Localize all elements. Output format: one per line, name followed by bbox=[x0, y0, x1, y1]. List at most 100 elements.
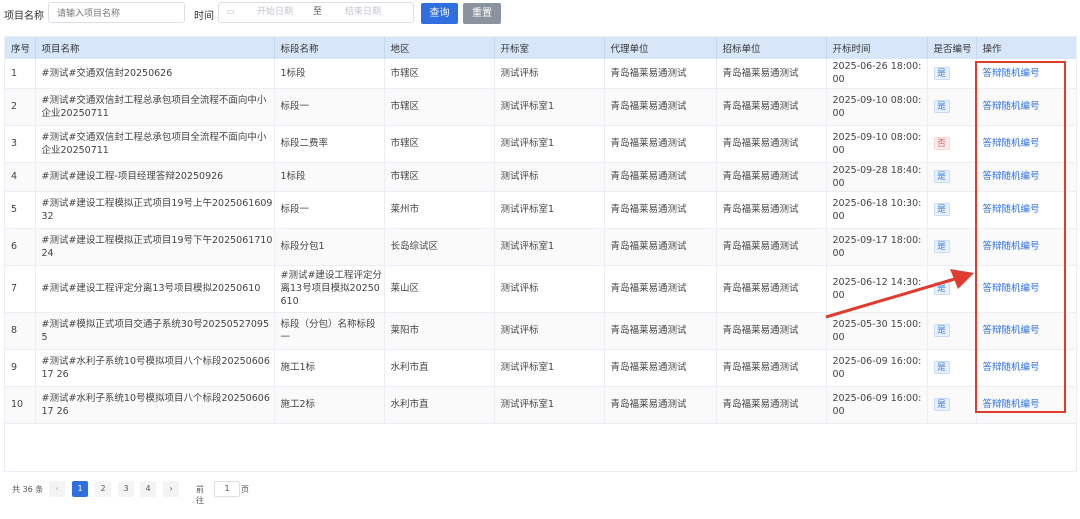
next-page-button[interactable]: › bbox=[163, 481, 179, 497]
cell-region: 市辖区 bbox=[384, 88, 495, 126]
cell-row-number: 4 bbox=[5, 162, 36, 192]
cell-bid-room: 测试评标 bbox=[494, 312, 605, 350]
cell-section-name: #测试#建设工程评定分离13号项目模拟20250610 bbox=[274, 265, 385, 313]
table-row: 2 #测试#交通双信封工程总承包项目全流程不面向中小企业20250711 标段一 市辖… bbox=[5, 88, 1076, 126]
page-2[interactable]: 2 bbox=[95, 481, 111, 497]
cell-open-time: 2025-09-10 08:00:00 bbox=[826, 88, 928, 126]
cell-bid-room: 测试评标室1 bbox=[494, 88, 605, 126]
cell-row-number: 9 bbox=[5, 349, 36, 387]
cell-row-number: 1 bbox=[5, 59, 36, 89]
random-number-link[interactable]: 答辩随机编号 bbox=[983, 241, 1040, 252]
cell-region: 长岛综试区 bbox=[384, 228, 495, 266]
reset-button[interactable]: 重置 bbox=[463, 3, 501, 24]
header-open-time: 开标时间 bbox=[826, 37, 928, 59]
cell-row-number: 2 bbox=[5, 88, 36, 126]
page-3[interactable]: 3 bbox=[118, 481, 134, 497]
cell-action: 答辩随机编号 bbox=[976, 386, 1076, 424]
cell-action: 答辩随机编号 bbox=[976, 125, 1076, 163]
cell-section-name: 标段一 bbox=[274, 88, 385, 126]
cell-numbered-status: 是 bbox=[927, 349, 977, 387]
search-button[interactable]: 查询 bbox=[421, 3, 458, 24]
cell-action: 答辩随机编号 bbox=[976, 349, 1076, 387]
page-4[interactable]: 4 bbox=[140, 481, 156, 497]
cell-action: 答辩随机编号 bbox=[976, 162, 1076, 192]
cell-bid-room: 测试评标 bbox=[494, 265, 605, 313]
cell-agency: 青岛福莱易通测试 bbox=[604, 228, 717, 266]
header-action: 操作 bbox=[976, 37, 1076, 59]
date-range-picker[interactable]: ▭ 开始日期 至 结束日期 bbox=[218, 2, 414, 23]
cell-numbered-status: 是 bbox=[927, 386, 977, 424]
cell-open-time: 2025-09-10 08:00:00 bbox=[826, 125, 928, 163]
cell-agency: 青岛福莱易通测试 bbox=[604, 386, 717, 424]
cell-agency: 青岛福莱易通测试 bbox=[604, 162, 717, 192]
numbered-badge: 是 bbox=[933, 170, 950, 183]
cell-numbered-status: 否 bbox=[927, 125, 977, 163]
total-count: 共 36 条 bbox=[12, 485, 44, 494]
cell-action: 答辩随机编号 bbox=[976, 312, 1076, 350]
end-date-placeholder: 结束日期 bbox=[345, 7, 382, 17]
cell-region: 市辖区 bbox=[384, 162, 495, 192]
project-table: 序号 项目名称 标段名称 地区 开标室 代理单位 招标单位 开标时间 是否编号 操作 1 #测试#交… bbox=[4, 36, 1077, 472]
numbered-badge: 是 bbox=[933, 324, 950, 337]
numbered-badge: 是 bbox=[933, 66, 950, 80]
table-row: 7 #测试#建设工程评定分离13号项目模拟20250610 #测试#建设工程评定分离… bbox=[5, 265, 1076, 313]
numbered-badge: 是 bbox=[933, 282, 950, 295]
random-number-link[interactable]: 答辩随机编号 bbox=[983, 362, 1040, 373]
cell-project-name: #测试#水利子系统10号模拟项目八个标段2025060617 26 bbox=[35, 349, 275, 387]
random-number-link[interactable]: 答辩随机编号 bbox=[983, 399, 1040, 410]
table-row: 4 #测试#建设工程-项目经理答辩20250926 1标段 市辖区 测试评标 青岛福莱易通… bbox=[5, 162, 1076, 192]
prev-page-button[interactable]: ‹ bbox=[49, 481, 65, 497]
table-row: 1 #测试#交通双信封20250626 1标段 市辖区 测试评标 青岛福莱易通测试 青岛福莱… bbox=[5, 59, 1076, 89]
cell-bid-room: 测试评标室1 bbox=[494, 228, 605, 266]
cell-bid-room: 测试评标室1 bbox=[494, 125, 605, 163]
cell-agency: 青岛福莱易通测试 bbox=[604, 191, 717, 229]
cell-open-time: 2025-06-09 16:00:00 bbox=[826, 349, 928, 387]
goto-label: 前往 bbox=[196, 485, 204, 505]
random-number-link[interactable]: 答辩随机编号 bbox=[983, 101, 1040, 112]
project-name-input[interactable] bbox=[48, 2, 185, 23]
header-numbered-status: 是否编号 bbox=[927, 37, 977, 59]
cell-numbered-status: 是 bbox=[927, 59, 977, 89]
cell-numbered-status: 是 bbox=[927, 312, 977, 350]
table-row: 9 #测试#水利子系统10号模拟项目八个标段2025060617 26 施工1标 水利… bbox=[5, 349, 1076, 387]
random-number-link[interactable]: 答辩随机编号 bbox=[983, 283, 1040, 294]
cell-region: 水利市直 bbox=[384, 349, 495, 387]
cell-tenderer: 青岛福莱易通测试 bbox=[716, 59, 827, 89]
random-number-link[interactable]: 答辩随机编号 bbox=[983, 171, 1040, 182]
cell-project-name: #测试#建设工程模拟正式项目19号上午202506160932 bbox=[35, 191, 275, 229]
cell-agency: 青岛福莱易通测试 bbox=[604, 265, 717, 313]
random-number-link[interactable]: 答辩随机编号 bbox=[983, 325, 1040, 336]
page-1[interactable]: 1 bbox=[72, 481, 88, 497]
cell-open-time: 2025-06-18 10:30:00 bbox=[826, 191, 928, 229]
random-number-link[interactable]: 答辩随机编号 bbox=[983, 138, 1040, 149]
table-row: 3 #测试#交通双信封工程总承包项目全流程不面向中小企业20250711 标段二费率… bbox=[5, 125, 1076, 163]
cell-project-name: #测试#交通双信封工程总承包项目全流程不面向中小企业20250711 bbox=[35, 88, 275, 126]
numbered-badge: 是 bbox=[933, 361, 950, 374]
cell-region: 莱山区 bbox=[384, 265, 495, 313]
cell-bid-room: 测试评标室1 bbox=[494, 386, 605, 424]
random-number-link[interactable]: 答辩随机编号 bbox=[983, 68, 1040, 79]
cell-region: 莱州市 bbox=[384, 191, 495, 229]
cell-tenderer: 青岛福莱易通测试 bbox=[716, 265, 827, 313]
cell-project-name: #测试#建设工程模拟正式项目19号下午202506171024 bbox=[35, 228, 275, 266]
cell-numbered-status: 是 bbox=[927, 191, 977, 229]
random-number-link[interactable]: 答辩随机编号 bbox=[983, 204, 1040, 215]
goto-page-input[interactable]: 1 bbox=[214, 481, 240, 497]
filter-bar: 项目名称 时间 ▭ 开始日期 至 结束日期 查询 重置 bbox=[0, 0, 1080, 30]
cell-section-name: 施工1标 bbox=[274, 349, 385, 387]
table-row: 8 #测试#模拟正式项目交通子系统30号202505270955 标段（分包）名称标… bbox=[5, 312, 1076, 350]
cell-tenderer: 青岛福莱易通测试 bbox=[716, 228, 827, 266]
cell-section-name: 标段分包1 bbox=[274, 228, 385, 266]
cell-numbered-status: 是 bbox=[927, 162, 977, 192]
cell-open-time: 2025-06-26 18:00:00 bbox=[826, 59, 928, 89]
cell-bid-room: 测试评标室1 bbox=[494, 349, 605, 387]
cell-region: 市辖区 bbox=[384, 59, 495, 89]
numbered-badge: 是 bbox=[933, 203, 950, 216]
cell-row-number: 6 bbox=[5, 228, 36, 266]
cell-row-number: 8 bbox=[5, 312, 36, 350]
cell-bid-room: 测试评标 bbox=[494, 59, 605, 89]
cell-agency: 青岛福莱易通测试 bbox=[604, 349, 717, 387]
cell-agency: 青岛福莱易通测试 bbox=[604, 312, 717, 350]
table-row: 5 #测试#建设工程模拟正式项目19号上午202506160932 标段一 莱州市 测试… bbox=[5, 191, 1076, 229]
table-row: 10 #测试#水利子系统10号模拟项目八个标段2025060617 26 施工2标水… bbox=[5, 386, 1076, 424]
